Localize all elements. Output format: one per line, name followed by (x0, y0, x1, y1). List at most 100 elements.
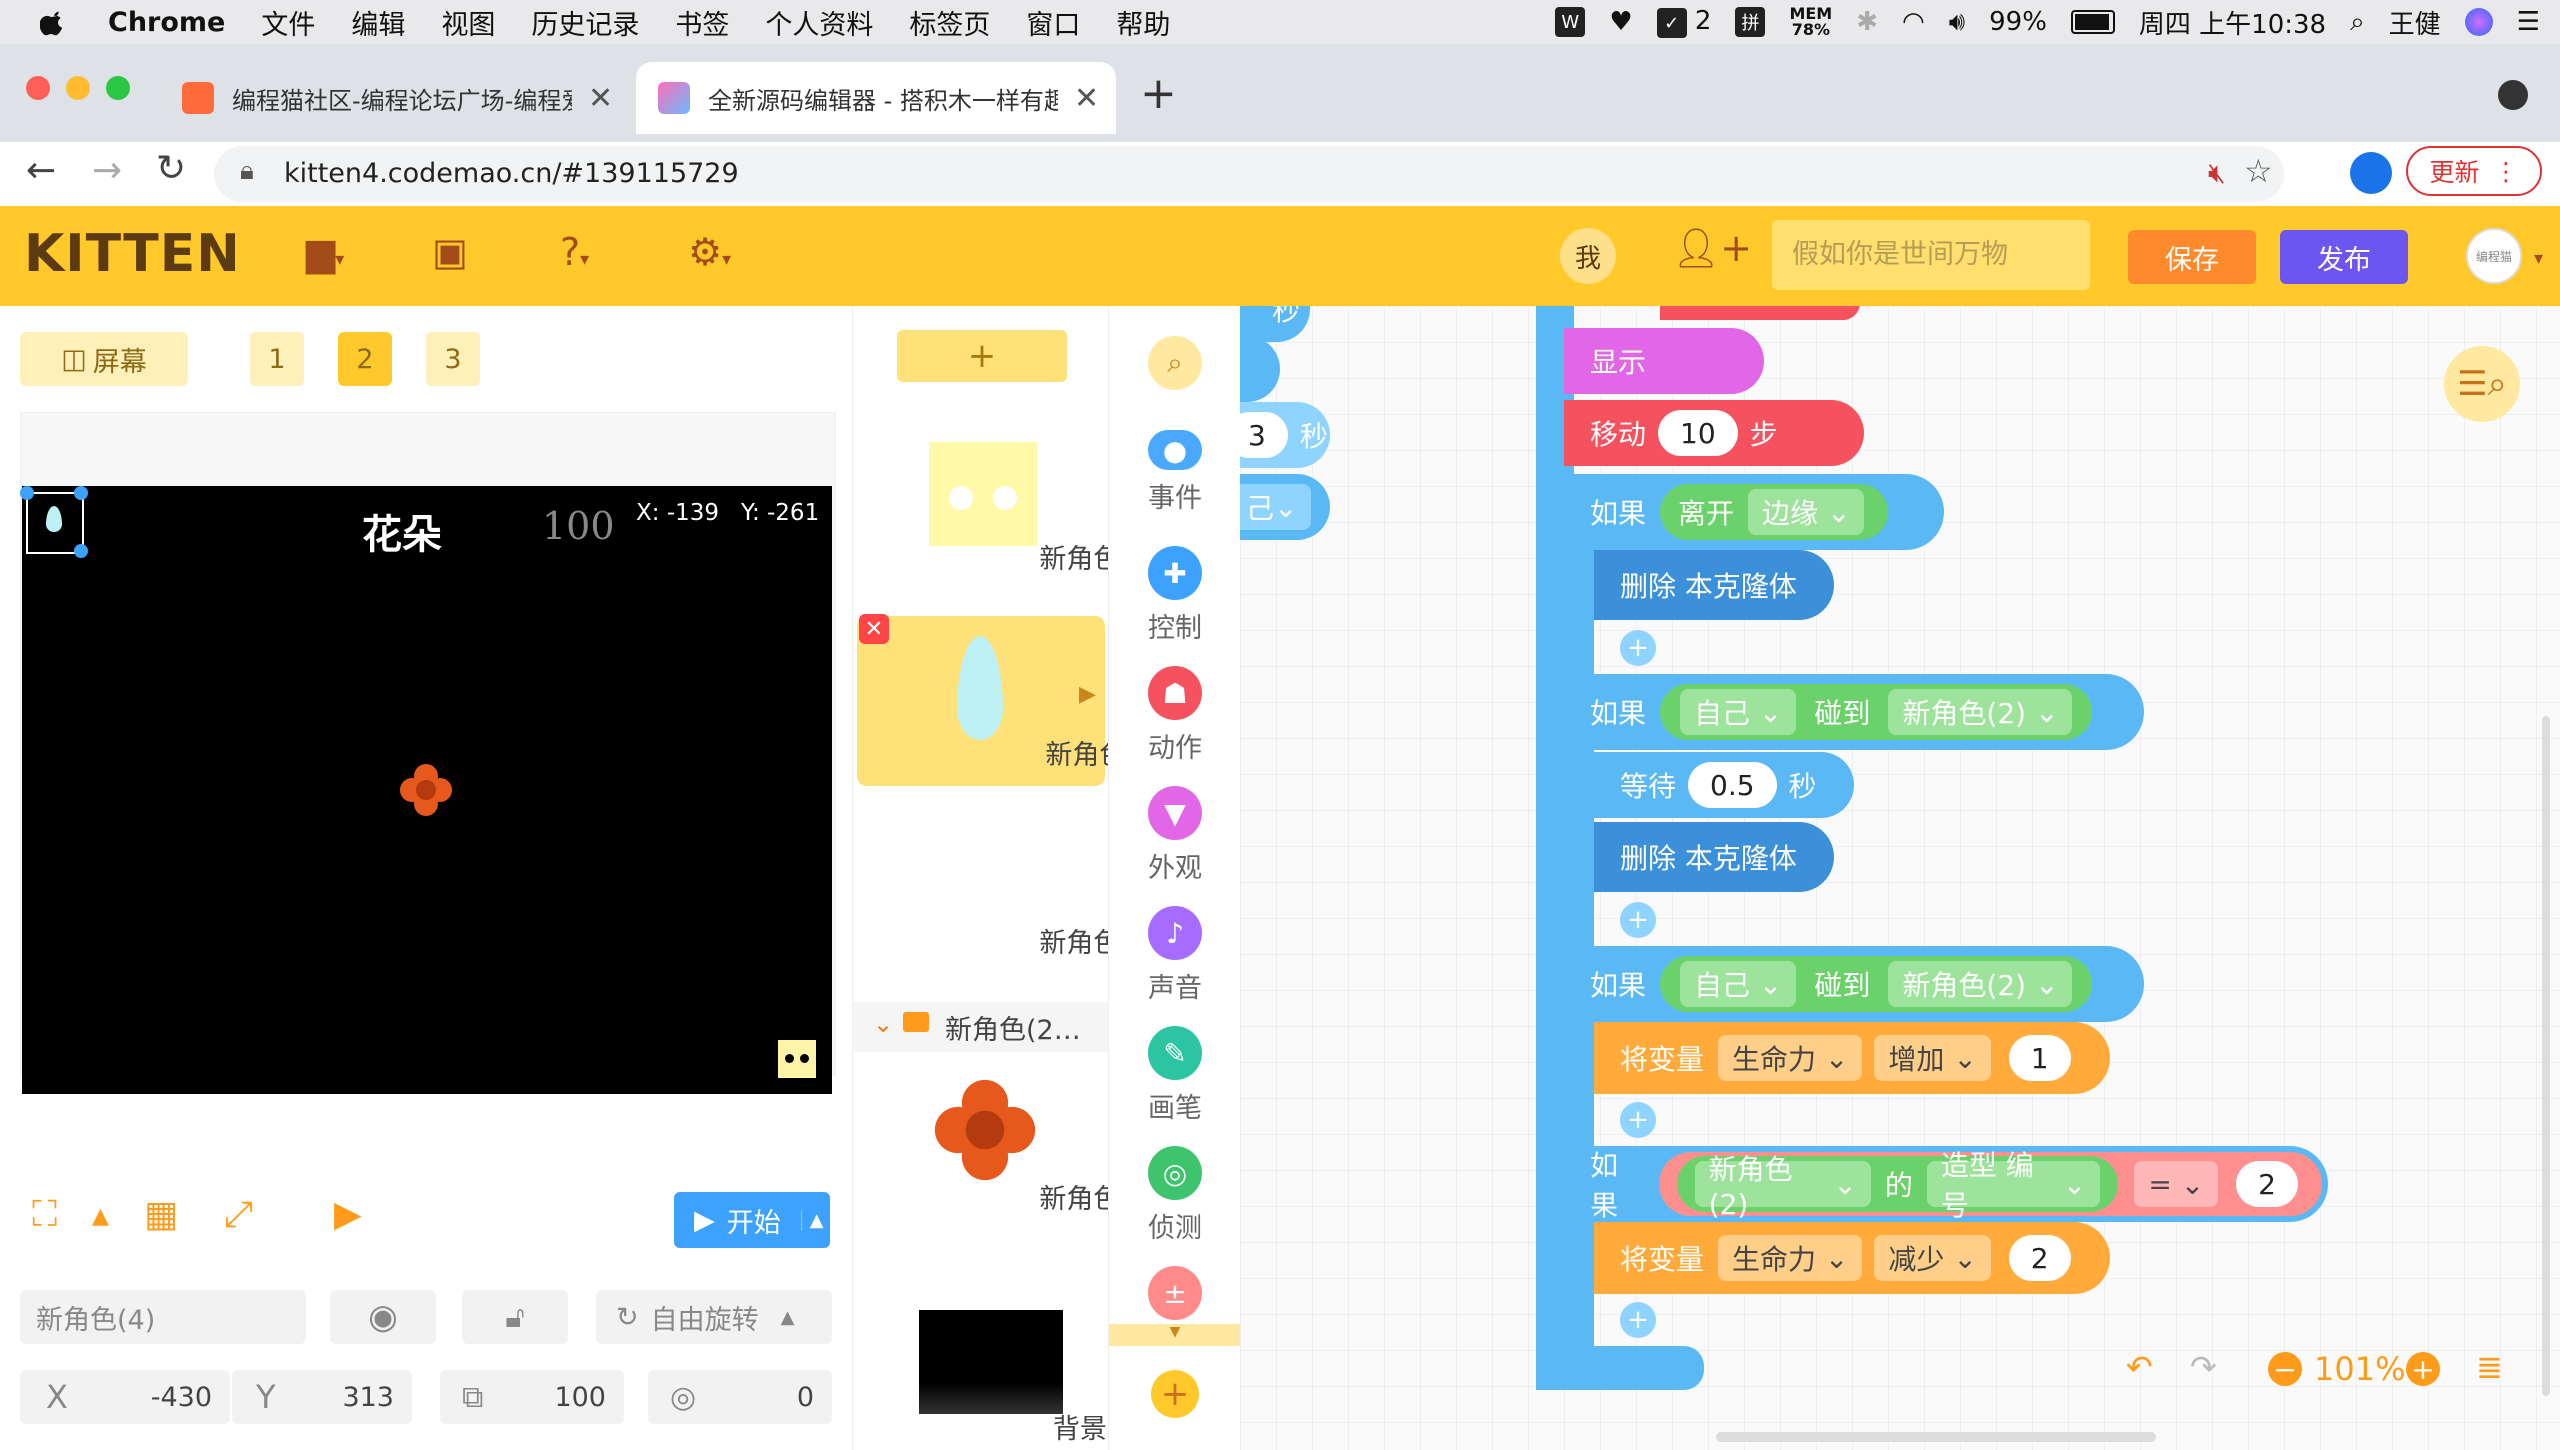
variable-dropdown[interactable]: 生命力 ⌄ (1718, 1235, 1863, 1281)
bluetooth-icon[interactable]: ✱ (1856, 7, 1878, 37)
menu-edit[interactable]: 编辑 (351, 3, 405, 42)
sprite-name-input[interactable]: 新角色(4) (20, 1290, 306, 1344)
operation-dropdown[interactable]: 减少 ⌄ (1874, 1235, 1991, 1281)
block-value[interactable]: 3 (1240, 412, 1288, 458)
chevron-right-icon[interactable]: ▶ (1079, 682, 1096, 707)
delete-clone-block[interactable]: 删除 本克隆体 (1594, 822, 1834, 892)
screen-tab-1[interactable]: 1 (250, 332, 304, 386)
clock[interactable]: 周四 上午10:38 (2139, 4, 2326, 41)
tab-search-icon[interactable] (2498, 80, 2528, 110)
lock-toggle-icon[interactable]: 🔓︎ (462, 1290, 568, 1344)
start-button[interactable]: ▶ 开始 ▲ (674, 1192, 830, 1248)
address-bar[interactable]: 🔒︎ kitten4.codemao.cn/#139115729 🔇︎ ☆ (214, 146, 2284, 202)
sprite-item[interactable]: 新角色(5) (863, 426, 1159, 590)
video-record-icon[interactable]: ▶︎ (334, 1194, 362, 1235)
user-name[interactable]: 王健 (2389, 4, 2441, 41)
save-button[interactable]: 保存 (2128, 230, 2256, 284)
apple-icon[interactable] (40, 8, 68, 36)
wait-seconds-input[interactable]: 0.5 (1688, 762, 1777, 808)
screen-tab-2[interactable]: 2 (338, 332, 392, 386)
add-extension-button[interactable]: + (1109, 1370, 1241, 1418)
profile-avatar-icon[interactable] (2350, 152, 2392, 194)
add-collaborator-icon[interactable]: 👤︎+ (1672, 226, 1752, 278)
self-dropdown[interactable]: 自己 ⌄ (1680, 689, 1797, 735)
menu-bookmarks[interactable]: 书签 (675, 3, 729, 42)
flower-sprite[interactable] (398, 762, 454, 818)
stage-size-icon[interactable]: ⛶ (32, 1194, 57, 1236)
close-tab-icon[interactable]: ✕ (588, 81, 613, 116)
menu-history[interactable]: 历史记录 (531, 3, 639, 42)
partial-wait-block[interactable]: 3秒 (1240, 402, 1330, 468)
reload-icon[interactable]: ↻ (156, 148, 186, 189)
back-arrow-icon[interactable]: ← (26, 150, 56, 191)
sprite-item[interactable]: 新角色(3) (863, 810, 1158, 974)
comparator-dropdown[interactable]: = ⌄ (2134, 1161, 2219, 1207)
vertical-scrollbar[interactable] (2542, 716, 2550, 1396)
word-icon[interactable]: W (1555, 7, 1586, 37)
menu-tabs[interactable]: 标签页 (909, 3, 990, 42)
leave-edge-condition[interactable]: 离开 边缘 ⌄ (1660, 484, 1889, 540)
zoom-in-icon[interactable]: + (2406, 1352, 2440, 1386)
x-position-field[interactable]: X -430 (20, 1370, 230, 1424)
close-tab-icon[interactable]: ✕ (1074, 81, 1099, 116)
volume-icon[interactable]: 🔊︎ (1949, 7, 1965, 38)
scroll-more-indicator[interactable]: ▼ (1109, 1324, 1241, 1346)
change-variable-block[interactable]: 将变量 生命力 ⌄ 增加 ⌄ 1 (1594, 1022, 2110, 1094)
background-item[interactable]: 背景(1) (863, 1296, 1145, 1450)
show-block[interactable]: 显示 (1564, 328, 1764, 394)
search-blocks-button[interactable]: ⌕ (1109, 336, 1241, 390)
battery-icon[interactable] (2070, 10, 2115, 34)
window-close-button[interactable] (26, 76, 50, 100)
move-block[interactable]: 移动 10 步 (1564, 400, 1864, 466)
me-button[interactable]: 我 (1560, 228, 1616, 284)
add-block-plus-icon[interactable]: + (1620, 1102, 1656, 1138)
chevron-down-icon[interactable]: ⌄ (873, 1010, 893, 1038)
screen-tab-3[interactable]: 3 (426, 332, 480, 386)
costume-property-reporter[interactable]: 新角色(2) ⌄ 的 造型 编号 ⌄ (1676, 1149, 2119, 1222)
folder-icon[interactable]: ▆▾ (306, 230, 344, 282)
forward-arrow-icon[interactable]: → (92, 150, 122, 191)
find-blocks-icon[interactable]: ☰⌕ (2444, 346, 2520, 422)
bookmark-star-icon[interactable]: ☆ (2244, 152, 2273, 190)
selected-sprite-outline[interactable] (20, 486, 88, 558)
property-dropdown[interactable]: 造型 编号 ⌄ (1926, 1149, 2101, 1222)
siri-icon[interactable] (2464, 8, 2493, 36)
x-value[interactable]: -430 (151, 1382, 212, 1413)
category-operators[interactable]: ± (1109, 1266, 1241, 1320)
visibility-eye-icon[interactable]: ◉ (330, 1290, 436, 1344)
if-block[interactable]: 如果 新角色(2) ⌄ 的 造型 编号 ⌄ = ⌄ 2 (1564, 1146, 2328, 1222)
spotlight-search-icon[interactable]: ⌕ (2350, 7, 2365, 38)
add-sprite-button[interactable]: + (897, 330, 1067, 382)
add-block-plus-icon[interactable]: + (1620, 902, 1656, 938)
fullscreen-icon[interactable]: ⤢ (224, 1194, 253, 1236)
grid-icon[interactable]: ▦ (144, 1194, 178, 1235)
if-block[interactable]: 如果 离开 边缘 ⌄ (1564, 474, 1944, 550)
work-title-input[interactable]: 假如你是世间万物 (1772, 220, 2090, 290)
y-value[interactable]: 313 (342, 1382, 394, 1413)
category-events[interactable]: ● 事件 (1109, 430, 1241, 515)
kitten-logo[interactable]: KITTEN (24, 224, 241, 284)
settings-gear-icon[interactable]: ⚙▾ (688, 230, 731, 282)
equals-condition[interactable]: 新角色(2) ⌄ 的 造型 编号 ⌄ = ⌄ 2 (1658, 1149, 2322, 1222)
wait-block[interactable]: 等待 0.5 秒 (1594, 752, 1854, 818)
sprite-folder[interactable]: ⌄ 新角色(2… (853, 1002, 1109, 1052)
chrome-update-button[interactable]: 更新 ⋮ (2406, 146, 2542, 196)
input-method-icon[interactable]: 拼 (1735, 7, 1766, 37)
horizontal-scrollbar[interactable] (1716, 1432, 2156, 1442)
partial-self-block[interactable]: 己 ⌄ (1240, 474, 1330, 540)
window-minimize-button[interactable] (66, 76, 90, 100)
partial-dropdown[interactable]: 己 ⌄ (1240, 484, 1312, 530)
sprite-dropdown[interactable]: 新角色(2) ⌄ (1694, 1153, 1871, 1221)
move-steps-input[interactable]: 10 (1658, 410, 1738, 456)
sprite-dropdown[interactable]: 新角色(2) ⌄ (1888, 689, 2073, 735)
sprite-item-selected[interactable]: ▶ 新角色(4) (857, 616, 1165, 786)
resize-handle[interactable] (74, 486, 88, 500)
delete-sprite-button[interactable]: ✕ (859, 614, 889, 644)
caret-up-icon[interactable]: ▲ (92, 1204, 109, 1229)
partial-top-block[interactable] (1660, 306, 1860, 320)
touch-condition[interactable]: 自己 ⌄ 碰到 新角色(2) ⌄ (1660, 684, 2093, 740)
wifi-icon[interactable]: ◠ (1902, 7, 1925, 37)
new-tab-button[interactable]: + (1140, 68, 1177, 119)
sound-muted-icon[interactable]: 🔇︎ (2208, 156, 2226, 190)
self-dropdown[interactable]: 自己 ⌄ (1680, 961, 1797, 1007)
